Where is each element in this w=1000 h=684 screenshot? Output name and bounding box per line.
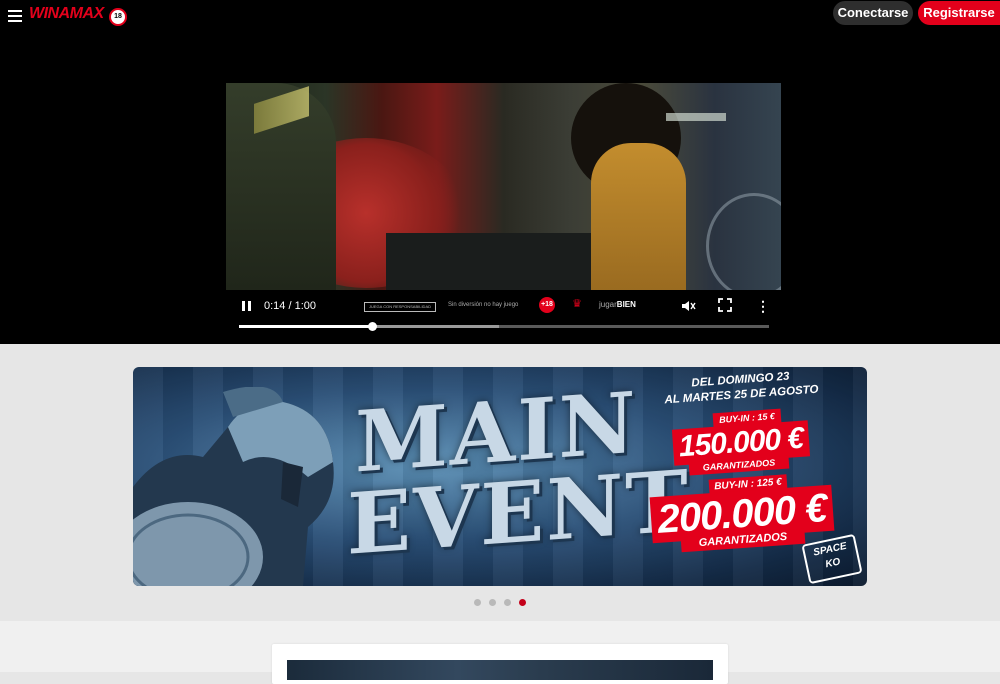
- login-button[interactable]: Conectarse: [833, 1, 913, 25]
- carousel-dots: [474, 599, 530, 607]
- content-card-image[interactable]: [287, 660, 713, 680]
- video-scene-fan: [706, 193, 781, 290]
- carousel-dot-4[interactable]: [519, 599, 526, 606]
- video-time: 0:14 / 1:00: [264, 300, 316, 312]
- hamburger-menu-icon[interactable]: [8, 10, 22, 22]
- carousel-dot-2[interactable]: [489, 599, 496, 606]
- video-scene-girl: [591, 143, 686, 290]
- responsible-gaming-slogan: Sin diversión no hay juego: [448, 302, 519, 308]
- responsible-gaming-box: JUEGA CON RESPONSABILIDAD: [364, 302, 436, 312]
- progress-scrubber-handle[interactable]: [367, 322, 377, 331]
- age-restriction-badge: 18: [109, 8, 127, 26]
- main-event-title: MAIN EVENT: [347, 373, 690, 574]
- regulator-logo-icon: ♛: [572, 298, 582, 310]
- pause-icon[interactable]: [242, 301, 252, 311]
- spartan-warrior-illustration: [133, 387, 334, 586]
- video-player[interactable]: [226, 83, 781, 290]
- video-section: 0:14 / 1:00 JUEGA CON RESPONSABILIDAD Si…: [0, 30, 1000, 344]
- main-event-banner[interactable]: MAIN EVENT DEL DOMINGO 23 AL MARTES 25 D…: [133, 367, 867, 586]
- main-event-title-line2: EVENT: [347, 450, 690, 574]
- top-bar: WINAMAX 18 Conectarse Registrarse: [0, 0, 1000, 30]
- winamax-logo[interactable]: WINAMAX: [29, 5, 104, 23]
- progress-played: [239, 325, 372, 328]
- video-progress-bar[interactable]: [239, 322, 769, 331]
- video-scene-light: [666, 113, 726, 121]
- age-18-badge: +18: [539, 297, 555, 313]
- carousel-dot-1[interactable]: [474, 599, 481, 606]
- jugar-bien-logo: jugarBIEN: [599, 300, 636, 309]
- more-options-icon[interactable]: ⋮: [756, 298, 770, 314]
- mute-icon[interactable]: [680, 298, 696, 314]
- carousel-dot-3[interactable]: [504, 599, 511, 606]
- register-button[interactable]: Registrarse: [918, 1, 1000, 25]
- fullscreen-icon[interactable]: [718, 298, 732, 312]
